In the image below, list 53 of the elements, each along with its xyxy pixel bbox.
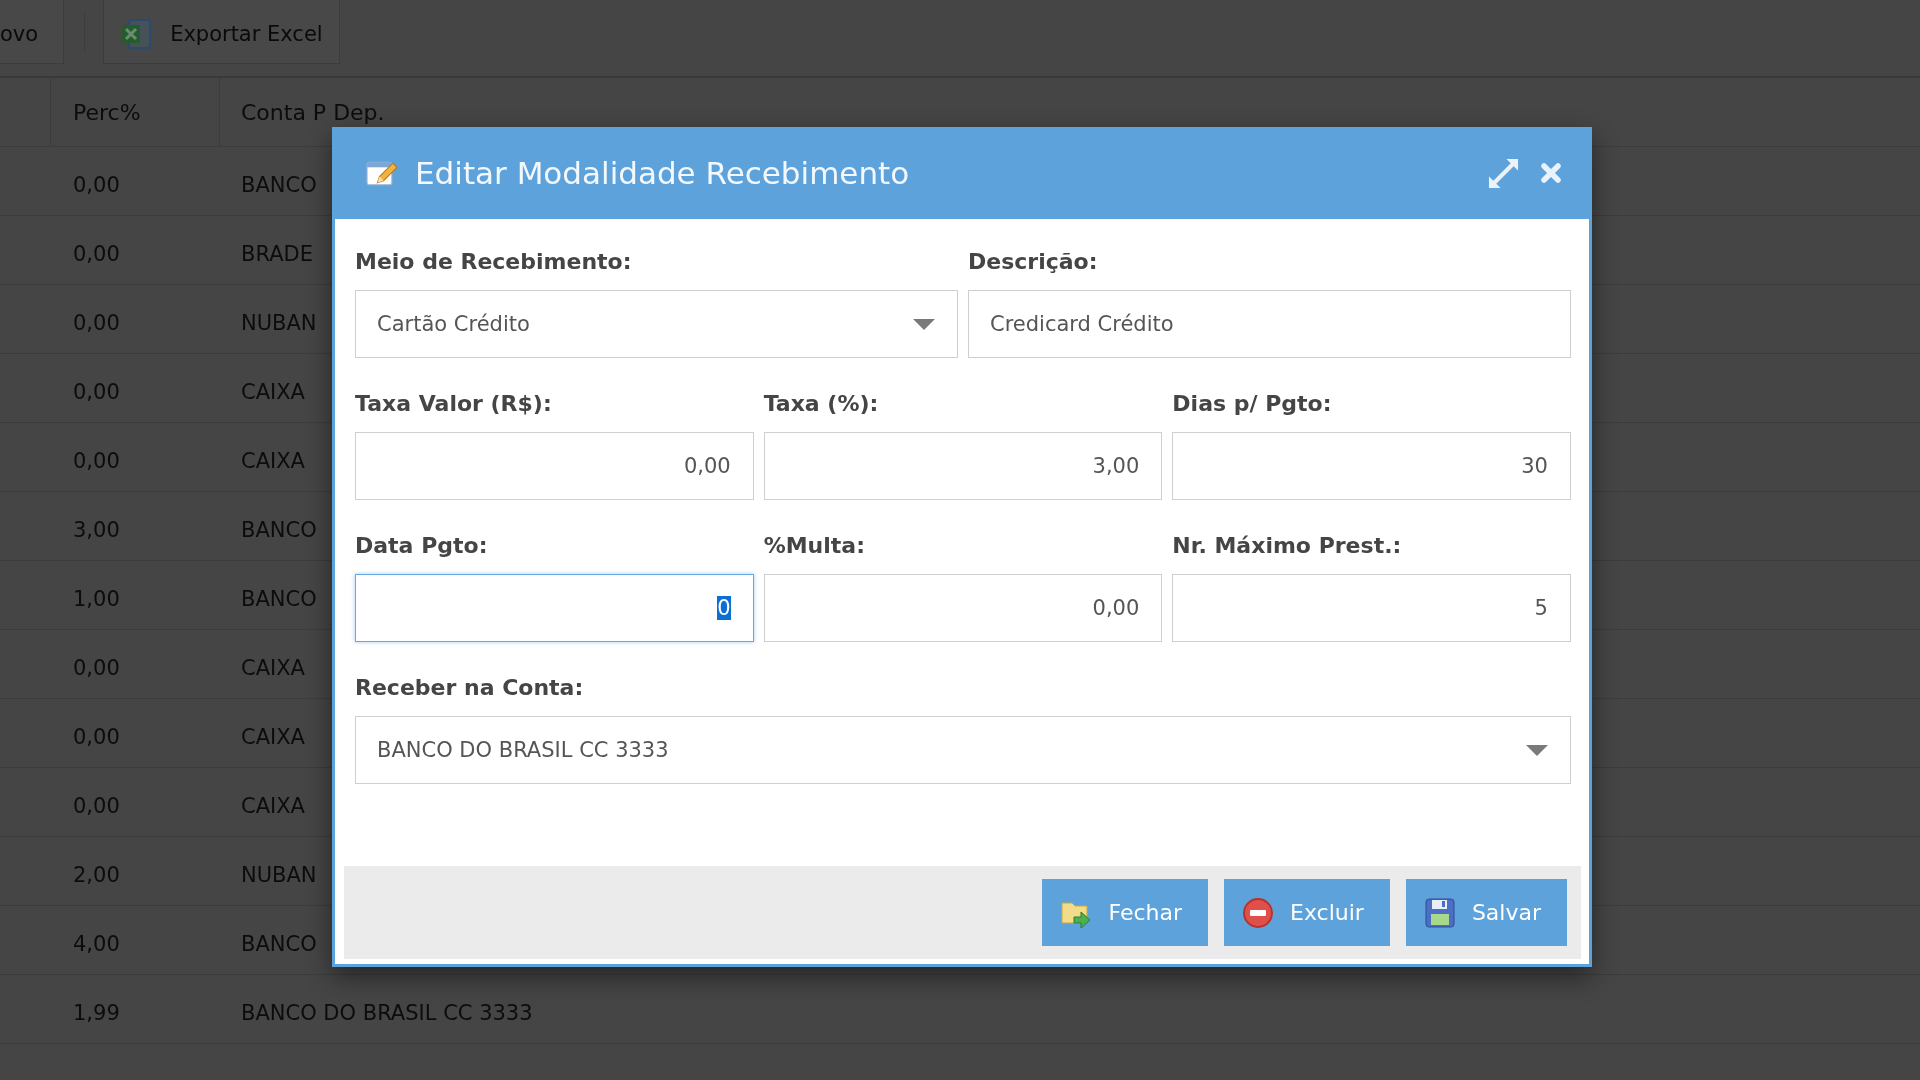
table-cell: 2,00 [73,863,120,889]
dropdown[interactable]: BANCO DO BRASIL CC 3333 [355,716,1571,784]
input-field[interactable]: 30 [1172,432,1571,500]
table-cell: 0,00 [73,242,120,268]
table-cell: 0,00 [73,380,120,406]
table-cell: 0,00 [73,173,120,199]
dropdown[interactable]: Cartão Crédito [355,290,958,358]
table-cell: 0,00 [73,449,120,475]
table-cell: CAIXA [241,725,305,751]
table-cell: 4,00 [73,932,120,958]
expand-icon[interactable] [1488,157,1519,189]
table-cell: BANCO [241,587,317,613]
spreadsheet-icon [120,17,153,50]
input-field[interactable]: 0,00 [355,432,754,500]
table-cell: CAIXA [241,794,305,820]
field-label: Meio de Recebimento: [355,248,632,276]
input-field[interactable]: 5 [1172,574,1571,642]
field-label: Taxa Valor (R$): [355,390,552,418]
table-cell: 0,00 [73,656,120,682]
field-label: Taxa (%): [763,390,879,418]
table-cell: BANCO DO BRASIL CC 3333 [241,1001,533,1027]
table-cell: 1,99 [73,1001,120,1027]
field-label: Nr. Máximo Prest.: [1172,532,1402,560]
table-cell: CAIXA [241,380,305,406]
field-label: Data Pgto: [355,532,488,560]
field-label: Dias p/ Pgto: [1172,390,1332,418]
caret-icon [913,318,935,330]
table-cell: BANCO [241,932,317,958]
table-cell: 3,00 [73,518,120,544]
input-field[interactable]: 0,00 [763,574,1163,642]
caret-icon [1526,744,1548,756]
input-field[interactable]: Credicard Crédito [968,290,1571,358]
field-label: Descrição: [968,248,1098,276]
table-cell: CAIXA [241,449,305,475]
table-cell: 1,00 [73,587,120,613]
table-cell: NUBAN [241,311,317,337]
minus-circle-icon [1242,896,1275,929]
table-cell: CAIXA [241,656,305,682]
table-cell: 0,00 [73,311,120,337]
table-cell: 0,00 [73,794,120,820]
table-cell: BANCO [241,173,317,199]
dialog-title: Editar Modalidade Recebimento [415,155,911,191]
table-cell: BRADE [241,242,313,268]
column-header: Conta P Dep. [241,99,385,127]
field-label: %Multa: [763,532,865,560]
input-field[interactable]: 3,00 [763,432,1163,500]
field-label: Receber na Conta: [355,674,584,702]
table-cell: BANCO [241,518,317,544]
input-field[interactable]: 0 [355,574,754,642]
table-cell: 0,00 [73,725,120,751]
close-icon[interactable] [1540,162,1562,184]
column-header: Perc% [73,99,141,127]
table-cell: NUBAN [241,863,317,889]
